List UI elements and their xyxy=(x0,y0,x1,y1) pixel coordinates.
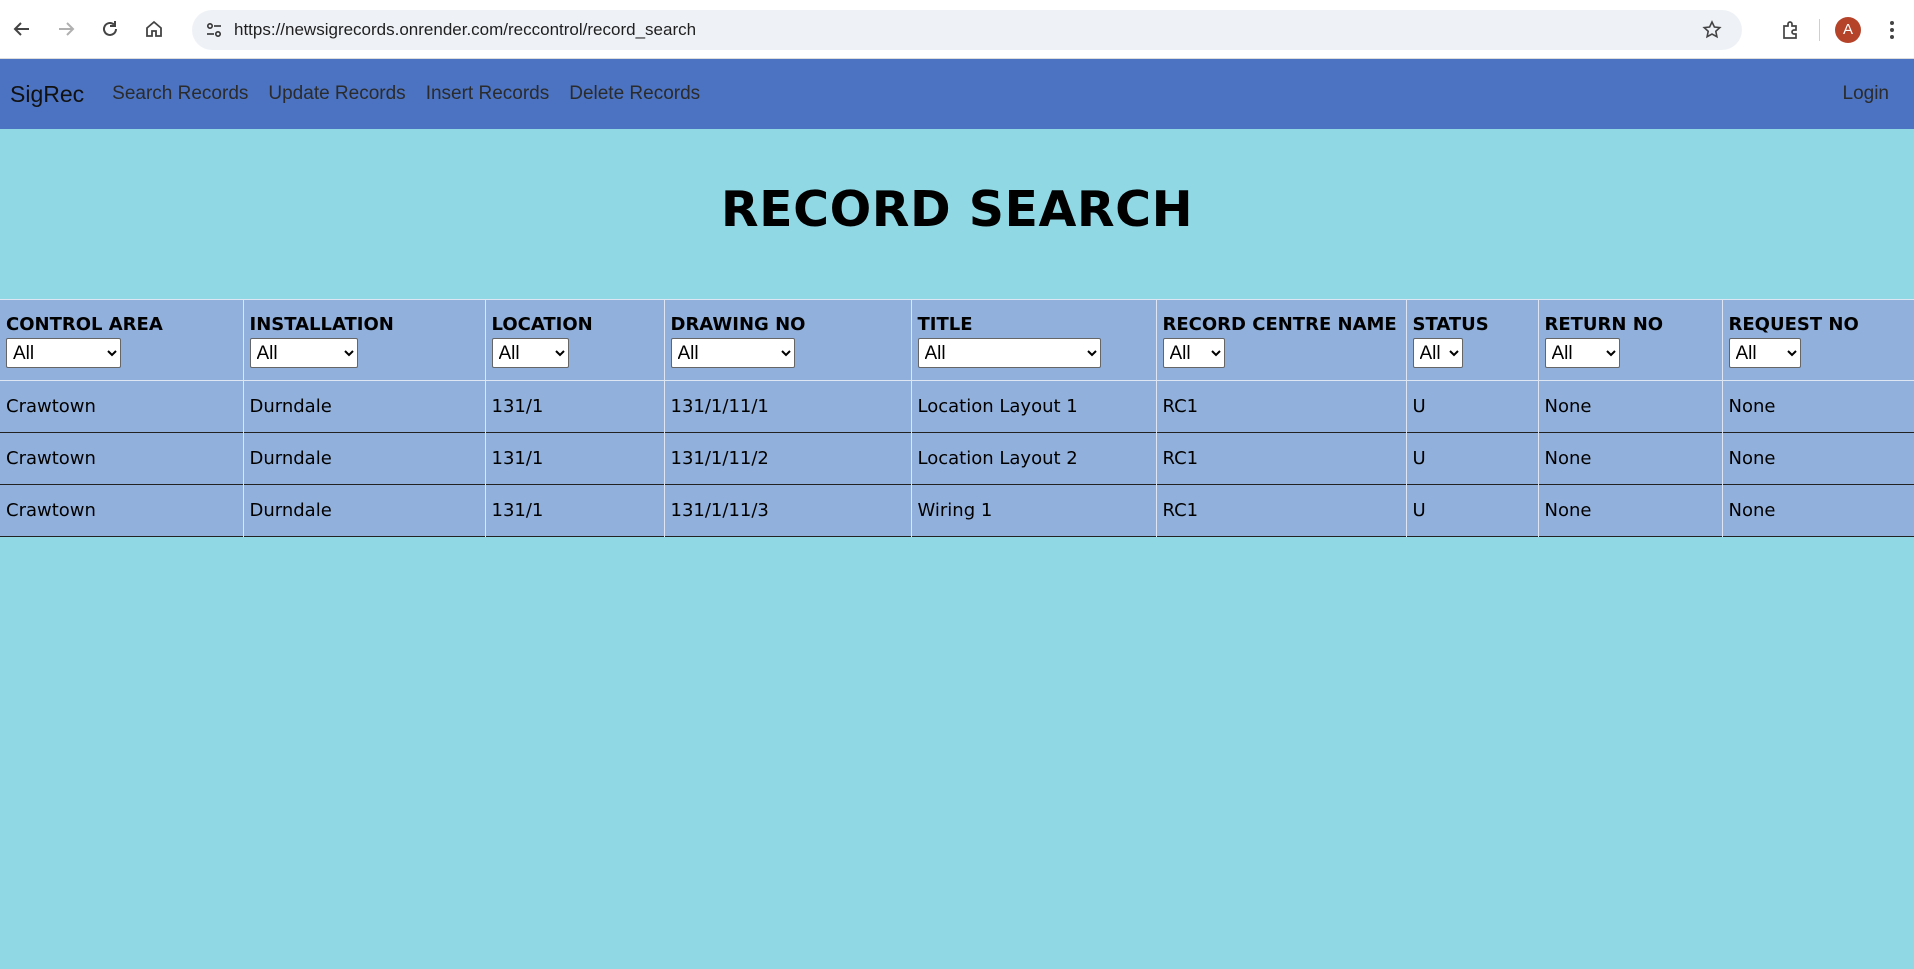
cell-status: U xyxy=(1405,380,1538,433)
col-title: TITLE All xyxy=(910,299,1156,381)
col-record-centre-name: RECORD CENTRE NAME All xyxy=(1155,299,1406,381)
cell-request-no: None xyxy=(1721,432,1914,485)
cell-record-centre: RC1 xyxy=(1155,432,1406,485)
record-centre-filter[interactable]: All xyxy=(1162,338,1225,368)
app-navbar: SigRec Search Records Update Records Ins… xyxy=(0,59,1914,129)
header-row: CONTROL AREA All INSTALLATION All LOCATI… xyxy=(0,299,1914,381)
cell-location: 131/1 xyxy=(484,484,664,537)
cell-record-centre: RC1 xyxy=(1155,484,1406,537)
cell-drawing-no: 131/1/11/1 xyxy=(663,380,911,433)
table-row: Crawtown Durndale 131/1 131/1/11/1 Locat… xyxy=(0,380,1914,433)
column-header: CONTROL AREA xyxy=(6,314,163,335)
reload-icon[interactable] xyxy=(88,7,132,51)
menu-kebab-icon[interactable] xyxy=(1870,8,1914,52)
nav-insert-records[interactable]: Insert Records xyxy=(426,83,550,105)
col-status: STATUS All xyxy=(1405,299,1538,381)
cell-control-area: Crawtown xyxy=(6,396,96,417)
page-title: RECORD SEARCH xyxy=(720,181,1194,238)
site-info-icon[interactable] xyxy=(196,15,232,45)
return-no-filter[interactable]: All xyxy=(1544,338,1620,368)
extensions-icon[interactable] xyxy=(1769,8,1813,52)
back-icon[interactable] xyxy=(0,7,44,51)
column-header: REQUEST NO xyxy=(1728,314,1859,335)
cell-control-area: Crawtown xyxy=(6,448,96,469)
column-header: LOCATION xyxy=(491,314,593,335)
cell-control-area: Crawtown xyxy=(6,500,96,521)
table-row: Crawtown Durndale 131/1 131/1/11/2 Locat… xyxy=(0,432,1914,485)
cell-drawing-no: 131/1/11/3 xyxy=(663,484,911,537)
bookmark-star-icon[interactable] xyxy=(1694,20,1730,40)
column-header: RETURN NO xyxy=(1544,314,1664,335)
column-header: RECORD CENTRE NAME xyxy=(1162,314,1397,335)
col-request-no: REQUEST NO All xyxy=(1721,299,1914,381)
column-header: TITLE xyxy=(917,314,973,335)
cell-status: U xyxy=(1405,484,1538,537)
cell-title: Location Layout 2 xyxy=(910,432,1156,485)
table-row: Crawtown Durndale 131/1 131/1/11/3 Wirin… xyxy=(0,484,1914,537)
column-header: INSTALLATION xyxy=(249,314,394,335)
cell-return-no: None xyxy=(1537,380,1722,433)
col-installation: INSTALLATION All xyxy=(242,299,485,381)
column-header: STATUS xyxy=(1412,314,1489,335)
cell-title: Wiring 1 xyxy=(910,484,1156,537)
column-header: DRAWING NO xyxy=(670,314,806,335)
login-link[interactable]: Login xyxy=(1843,59,1890,129)
col-location: LOCATION All xyxy=(484,299,664,381)
profile-avatar-button[interactable]: A xyxy=(1826,8,1870,52)
col-return-no: RETURN NO All xyxy=(1537,299,1722,381)
cell-return-no: None xyxy=(1537,484,1722,537)
request-no-filter[interactable]: All xyxy=(1728,338,1801,368)
browser-toolbar: https://newsigrecords.onrender.com/recco… xyxy=(0,0,1914,59)
cell-drawing-no: 131/1/11/2 xyxy=(663,432,911,485)
nav-delete-records[interactable]: Delete Records xyxy=(569,83,700,105)
col-drawing-no: DRAWING NO All xyxy=(663,299,911,381)
location-filter[interactable]: All xyxy=(491,338,569,368)
records-table: CONTROL AREA All INSTALLATION All LOCATI… xyxy=(0,299,1914,537)
brand-logo[interactable]: SigRec xyxy=(10,81,84,108)
cell-status: U xyxy=(1405,432,1538,485)
cell-request-no: None xyxy=(1721,484,1914,537)
nav-search-records[interactable]: Search Records xyxy=(112,83,248,105)
cell-installation: Durndale xyxy=(242,432,485,485)
forward-icon[interactable] xyxy=(44,7,88,51)
cell-installation: Durndale xyxy=(242,380,485,433)
cell-title: Location Layout 1 xyxy=(910,380,1156,433)
cell-return-no: None xyxy=(1537,432,1722,485)
installation-filter[interactable]: All xyxy=(249,338,358,368)
avatar: A xyxy=(1835,16,1861,43)
home-icon[interactable] xyxy=(132,7,176,51)
cell-record-centre: RC1 xyxy=(1155,380,1406,433)
cell-location: 131/1 xyxy=(484,380,664,433)
title-filter[interactable]: All xyxy=(917,338,1101,368)
address-bar[interactable]: https://newsigrecords.onrender.com/recco… xyxy=(192,10,1742,50)
status-filter[interactable]: All xyxy=(1412,338,1463,368)
cell-installation: Durndale xyxy=(242,484,485,537)
control-area-filter[interactable]: All xyxy=(6,338,121,368)
cell-location: 131/1 xyxy=(484,432,664,485)
cell-request-no: None xyxy=(1721,380,1914,433)
toolbar-divider xyxy=(1819,18,1820,41)
nav-update-records[interactable]: Update Records xyxy=(268,83,405,105)
url-text[interactable]: https://newsigrecords.onrender.com/recco… xyxy=(234,20,1694,40)
drawing-no-filter[interactable]: All xyxy=(670,338,795,368)
col-control-area: CONTROL AREA All xyxy=(0,300,243,381)
